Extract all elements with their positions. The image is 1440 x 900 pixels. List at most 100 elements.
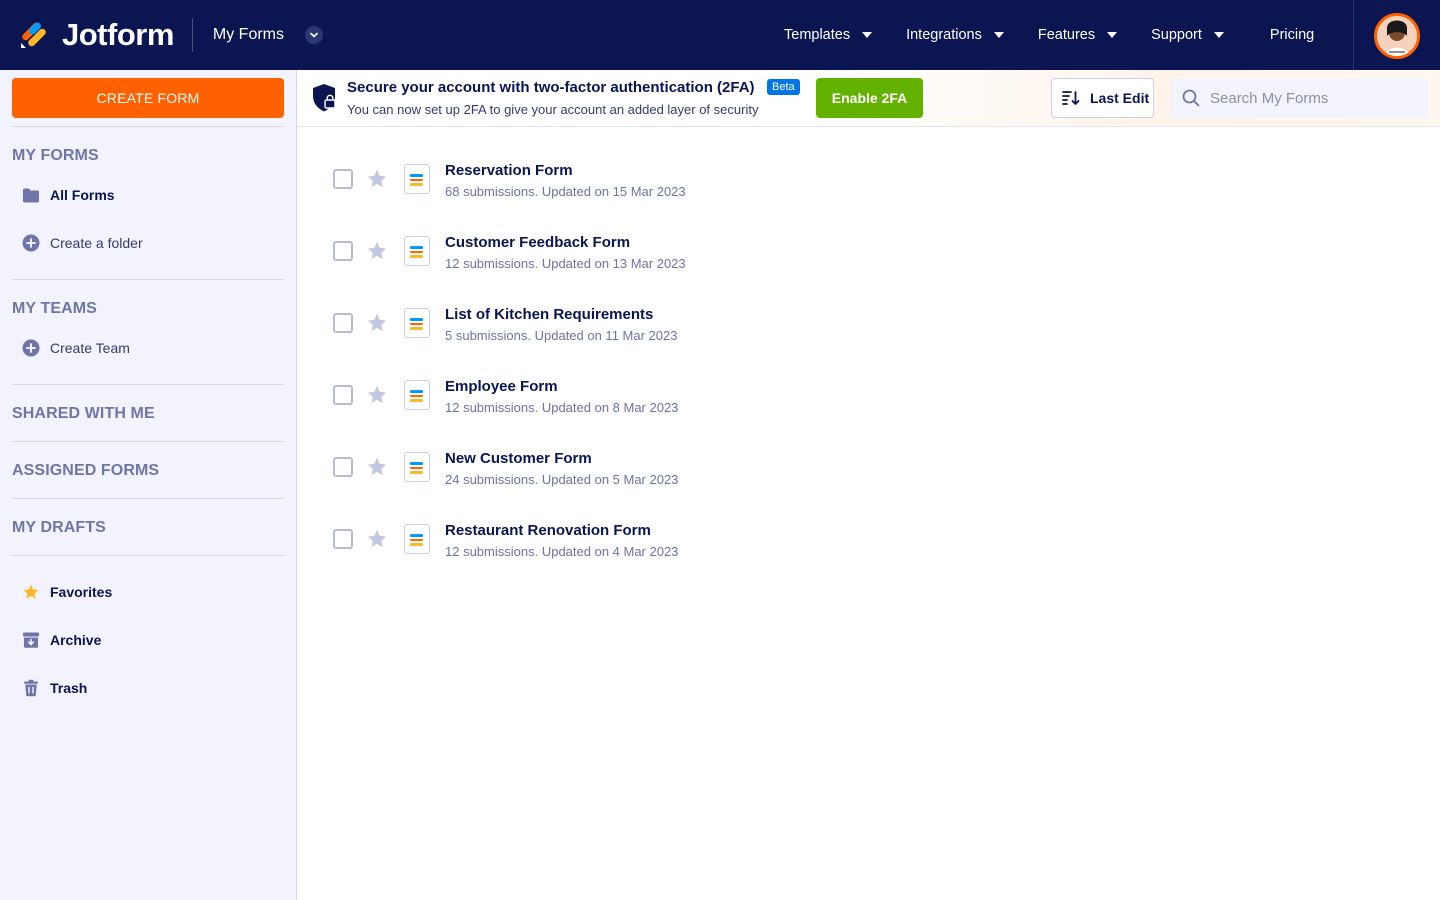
jotform-logo[interactable]: Jotform	[18, 0, 174, 70]
search-icon	[1182, 89, 1200, 107]
form-title[interactable]: Restaurant Renovation Form	[445, 522, 651, 539]
my-forms-dropdown[interactable]	[305, 26, 323, 44]
sidebar: CREATE FORM MY FORMS All Forms Create a …	[0, 70, 297, 900]
star-icon[interactable]	[366, 312, 388, 334]
top-navbar: Jotform My Forms Templates Integrations …	[0, 0, 1440, 70]
form-checkbox[interactable]	[333, 385, 353, 405]
search-input[interactable]	[1210, 89, 1410, 107]
sidebar-item-favorites-label: Favorites	[50, 584, 113, 600]
form-document-icon	[404, 236, 430, 266]
form-row[interactable]: Customer Feedback Form 12 submissions. U…	[297, 207, 1440, 279]
caret-down-icon	[862, 32, 873, 38]
sidebar-item-create-folder-label: Create a folder	[50, 235, 143, 251]
star-icon[interactable]	[366, 168, 388, 190]
form-title[interactable]: List of Kitchen Requirements	[445, 306, 653, 323]
nav-templates-label: Templates	[784, 27, 851, 43]
form-meta: 12 submissions. Updated on 4 Mar 2023	[445, 544, 679, 559]
toolbar: Secure your account with two-factor auth…	[297, 70, 1440, 127]
form-document-icon	[404, 164, 430, 194]
banner-subtitle: You can now set up 2FA to give your acco…	[347, 102, 759, 117]
sidebar-heading-my-forms[interactable]: MY FORMS	[12, 147, 99, 165]
star-icon[interactable]	[366, 240, 388, 262]
nav-support[interactable]: Support	[1151, 27, 1224, 43]
caret-down-icon	[1213, 32, 1224, 38]
caret-down-icon	[1107, 32, 1118, 38]
nav-support-label: Support	[1151, 27, 1202, 43]
sidebar-divider	[12, 126, 284, 127]
enable-2fa-button[interactable]: Enable 2FA	[816, 78, 923, 118]
sidebar-item-create-folder[interactable]: Create a folder	[22, 234, 143, 252]
sort-icon	[1062, 91, 1080, 105]
form-document-icon	[404, 380, 430, 410]
sidebar-item-create-team-label: Create Team	[50, 340, 130, 356]
plus-circle-icon	[22, 234, 40, 252]
logo-text: Jotform	[62, 17, 174, 52]
trash-icon	[22, 679, 40, 697]
form-title[interactable]: New Customer Form	[445, 450, 592, 467]
form-title[interactable]: Reservation Form	[445, 162, 573, 179]
form-document-icon	[404, 452, 430, 482]
banner-title: Secure your account with two-factor auth…	[347, 79, 755, 96]
form-meta: 5 submissions. Updated on 11 Mar 2023	[445, 328, 678, 343]
caret-down-icon	[993, 32, 1004, 38]
avatar[interactable]	[1374, 13, 1420, 59]
jotform-logo-icon	[20, 22, 46, 49]
nav-integrations-label: Integrations	[906, 27, 982, 43]
sidebar-item-archive-label: Archive	[50, 632, 102, 648]
form-meta: 24 submissions. Updated on 5 Mar 2023	[445, 472, 679, 487]
form-title[interactable]: Employee Form	[445, 378, 558, 395]
form-document-icon	[404, 524, 430, 554]
my-forms-link[interactable]: My Forms	[213, 26, 284, 44]
nav-divider	[191, 18, 193, 52]
beta-badge: Beta	[767, 79, 800, 95]
sidebar-heading-my-teams[interactable]: MY TEAMS	[12, 300, 97, 318]
chevron-down-icon	[310, 32, 318, 38]
nav-features[interactable]: Features	[1037, 27, 1118, 43]
form-meta: 12 submissions. Updated on 13 Mar 2023	[445, 256, 686, 271]
star-icon	[22, 583, 40, 601]
sort-button[interactable]: Last Edit	[1051, 78, 1154, 118]
create-form-button[interactable]: CREATE FORM	[12, 78, 284, 118]
form-checkbox[interactable]	[333, 241, 353, 261]
form-row[interactable]: New Customer Form 24 submissions. Update…	[297, 423, 1440, 495]
nav-divider-right	[1353, 0, 1354, 70]
sort-label: Last Edit	[1090, 90, 1150, 106]
form-row[interactable]: Restaurant Renovation Form 12 submission…	[297, 495, 1440, 567]
star-icon[interactable]	[366, 528, 388, 550]
sidebar-item-trash[interactable]: Trash	[22, 679, 87, 697]
form-meta: 68 submissions. Updated on 15 Mar 2023	[445, 184, 686, 199]
form-row[interactable]: Employee Form 12 submissions. Updated on…	[297, 351, 1440, 423]
sidebar-divider	[12, 555, 284, 556]
form-row[interactable]: Reservation Form 68 submissions. Updated…	[297, 135, 1440, 207]
sidebar-item-favorites[interactable]: Favorites	[22, 583, 112, 601]
form-checkbox[interactable]	[333, 169, 353, 189]
sidebar-heading-assigned[interactable]: ASSIGNED FORMS	[12, 462, 159, 480]
form-row[interactable]: List of Kitchen Requirements 5 submissio…	[297, 279, 1440, 351]
nav-pricing[interactable]: Pricing	[1270, 27, 1314, 43]
sidebar-divider	[12, 498, 284, 499]
plus-circle-icon	[22, 339, 40, 357]
sidebar-item-all-forms[interactable]: All Forms	[22, 186, 115, 204]
sidebar-item-create-team[interactable]: Create Team	[22, 339, 130, 357]
form-checkbox[interactable]	[333, 313, 353, 333]
main-nav: Templates Integrations Features Support …	[784, 0, 1314, 70]
star-icon[interactable]	[366, 456, 388, 478]
user-avatar-image	[1377, 16, 1417, 56]
nav-features-label: Features	[1037, 27, 1096, 43]
form-document-icon	[404, 308, 430, 338]
nav-integrations[interactable]: Integrations	[906, 27, 1004, 43]
sidebar-heading-drafts[interactable]: MY DRAFTS	[12, 519, 106, 537]
archive-icon	[22, 631, 40, 649]
nav-templates[interactable]: Templates	[784, 27, 873, 43]
sidebar-item-all-forms-label: All Forms	[50, 187, 115, 203]
sidebar-divider	[12, 441, 284, 442]
form-meta: 12 submissions. Updated on 8 Mar 2023	[445, 400, 679, 415]
form-title[interactable]: Customer Feedback Form	[445, 234, 630, 251]
form-checkbox[interactable]	[333, 529, 353, 549]
sidebar-heading-shared[interactable]: SHARED WITH ME	[12, 405, 155, 423]
sidebar-item-trash-label: Trash	[50, 680, 88, 696]
form-checkbox[interactable]	[333, 457, 353, 477]
star-icon[interactable]	[366, 384, 388, 406]
search-box	[1170, 78, 1428, 118]
sidebar-item-archive[interactable]: Archive	[22, 631, 101, 649]
